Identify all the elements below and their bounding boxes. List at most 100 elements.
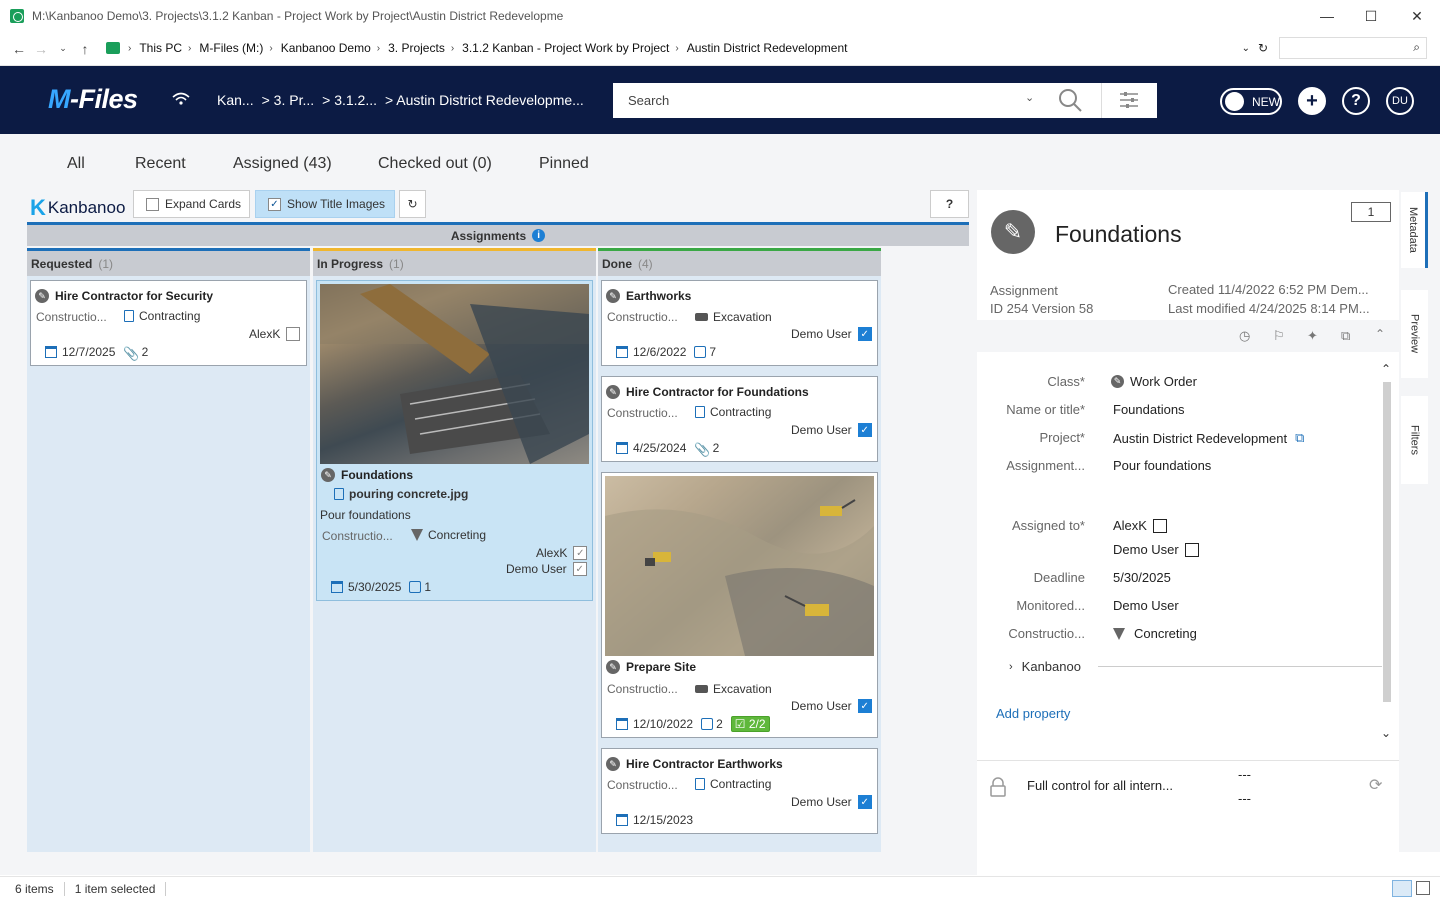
construction-value[interactable]: Concreting — [1113, 626, 1197, 641]
construction-label: Constructio... — [1008, 626, 1085, 641]
address-crumb[interactable]: This PC — [139, 41, 182, 55]
scroll-up-icon[interactable]: ⌃ — [1381, 362, 1391, 376]
column-header: In Progress (1) — [313, 248, 596, 276]
name-label: Name or title* — [1006, 402, 1085, 417]
board-title-bar: Assignments i — [27, 222, 969, 246]
expand-cards-checkbox[interactable] — [146, 197, 159, 211]
chevron-up-icon[interactable]: ⌃ — [1375, 327, 1385, 341]
show-title-images-button[interactable]: ✓ Show Title Images — [255, 190, 395, 218]
address-crumb[interactable]: 3. Projects — [388, 41, 445, 55]
tab-preview[interactable]: Preview — [1401, 290, 1428, 378]
kanbanoo-help-button[interactable]: ? — [930, 190, 969, 218]
tab-all[interactable]: All — [67, 155, 85, 173]
search-box[interactable]: Search ⌄ — [613, 83, 1157, 118]
comments-button[interactable]: 1 — [1351, 202, 1391, 222]
add-property-link[interactable]: Add property — [996, 706, 1070, 721]
minimize-button[interactable]: — — [1304, 0, 1350, 32]
forward-arrow-icon[interactable]: → — [30, 41, 52, 57]
assignee-checkbox[interactable] — [286, 327, 301, 341]
refresh-button[interactable]: ↻ — [399, 190, 426, 218]
header-crumb[interactable]: > 3.1.2... — [322, 92, 377, 108]
project-value[interactable]: Austin District Redevelopment ⧉ — [1113, 430, 1304, 446]
refresh-icon[interactable]: ↻ — [1258, 41, 1268, 55]
permissions-value[interactable]: Full control for all intern... — [1027, 778, 1173, 793]
window-titlebar: M:\Kanbanoo Demo\3. Projects\3.1.2 Kanba… — [0, 0, 1440, 32]
assignee-checkbox[interactable]: ✓ — [573, 546, 588, 560]
assignee-checkbox[interactable] — [1152, 518, 1167, 533]
address-field[interactable]: › This PC › M-Files (M:) › Kanbanoo Demo… — [106, 37, 1270, 59]
assignee-checkbox[interactable]: ✓ — [857, 795, 872, 809]
class-value[interactable]: ✎ Work Order — [1111, 374, 1197, 389]
kanban-card[interactable]: ✎ Hire Contractor Earthworks Constructio.… — [601, 748, 878, 834]
chevron-down-icon[interactable]: ⌄ — [1242, 43, 1250, 54]
up-arrow-icon[interactable]: ↑ — [74, 41, 96, 57]
assignee-checkbox[interactable]: ✓ — [857, 327, 872, 341]
scrollbar-thumb[interactable] — [1383, 382, 1391, 702]
deadline-value[interactable]: 5/30/2025 — [1113, 570, 1171, 585]
address-crumb[interactable]: 3.1.2 Kanban - Project Work by Project — [462, 41, 669, 55]
assignee-checkbox[interactable]: ✓ — [857, 423, 872, 437]
deadline-label: Deadline — [1033, 570, 1085, 585]
assignee-checkbox[interactable]: ✓ — [857, 699, 872, 713]
kanban-card[interactable]: ✎ Hire Contractor for Security Constructi… — [30, 280, 307, 366]
board-title: Assignments — [450, 228, 527, 243]
search-dropdown-icon[interactable]: ⌄ — [1025, 91, 1034, 104]
header-crumb[interactable]: Kan... — [217, 92, 254, 108]
explorer-search-input[interactable]: ⌕ — [1279, 37, 1427, 59]
tab-pinned[interactable]: Pinned — [539, 155, 589, 173]
kanbanoo-group-toggle[interactable]: › Kanbanoo — [1009, 659, 1081, 674]
kanban-card[interactable]: ✎ Hire Contractor for Foundations Constru… — [601, 376, 878, 462]
external-link-icon[interactable]: ⧉ — [1295, 430, 1304, 446]
header-crumb[interactable]: > Austin District Redevelopme... — [385, 92, 584, 108]
recent-dropdown-icon[interactable]: ⌄ — [52, 43, 74, 54]
help-icon[interactable]: ? — [1342, 87, 1370, 115]
tab-recent[interactable]: Recent — [135, 155, 186, 173]
pin-icon[interactable]: ✦ — [1307, 328, 1318, 344]
name-value[interactable]: Foundations — [1113, 402, 1185, 417]
contract-icon — [695, 778, 705, 790]
tab-metadata[interactable]: Metadata — [1401, 192, 1428, 268]
tab-filters[interactable]: Filters — [1401, 396, 1428, 484]
large-icons-view-icon[interactable] — [1416, 881, 1430, 895]
copy-icon[interactable]: ⧉ — [1341, 328, 1350, 344]
address-crumb[interactable]: Kanbanoo Demo — [281, 41, 371, 55]
workflow-icon[interactable]: ⟳ — [1369, 775, 1382, 795]
search-filters-icon[interactable] — [1119, 91, 1139, 112]
search-icon[interactable] — [1057, 87, 1083, 116]
assignee-checkbox[interactable]: ✓ — [572, 562, 587, 576]
details-view-icon[interactable] — [1392, 880, 1412, 897]
wrench-icon: ✎ — [606, 757, 620, 771]
close-button[interactable]: ✕ — [1394, 0, 1440, 32]
calendar-icon — [45, 346, 57, 358]
address-crumb[interactable]: M-Files (M:) — [199, 41, 263, 55]
kanban-card[interactable]: ✎ Earthworks Constructio... Excavation De… — [601, 280, 878, 366]
search-input[interactable]: Search — [628, 93, 669, 108]
user-avatar[interactable]: DU — [1386, 87, 1414, 115]
kanban-card[interactable]: ✎ Prepare Site Constructio... Excavation … — [601, 472, 878, 738]
create-plus-icon[interactable]: + — [1298, 87, 1326, 115]
wrench-icon: ✎ — [606, 385, 620, 399]
maximize-button[interactable]: ☐ — [1348, 0, 1394, 32]
kanban-card-selected[interactable]: ✎ Foundations pouring concrete.jpg Pour f… — [316, 280, 593, 601]
back-arrow-icon[interactable]: ← — [8, 41, 30, 57]
assignee-checkbox[interactable] — [1184, 542, 1199, 557]
info-icon[interactable]: i — [532, 229, 546, 242]
history-icon[interactable]: ◷ — [1239, 328, 1250, 344]
object-type: Assignment — [990, 283, 1058, 298]
assigned-to-value-1[interactable]: AlexK — [1113, 518, 1167, 533]
assignment-value[interactable]: Pour foundations — [1113, 458, 1211, 473]
tab-assigned[interactable]: Assigned (43) — [233, 155, 332, 173]
address-crumb[interactable]: Austin District Redevelopment — [687, 41, 848, 55]
header-crumb[interactable]: > 3. Pr... — [262, 92, 315, 108]
flag-icon[interactable]: ⚐ — [1273, 328, 1285, 344]
assigned-to-value-2[interactable]: Demo User — [1113, 542, 1199, 557]
side-tabs: Metadata Preview Filters — [1399, 190, 1440, 852]
show-title-images-checkbox[interactable]: ✓ — [268, 197, 281, 211]
new-ui-toggle[interactable]: NEW — [1220, 88, 1282, 115]
monitored-value[interactable]: Demo User — [1113, 598, 1179, 613]
chevron-right-icon: › — [376, 42, 381, 54]
tab-checked-out[interactable]: Checked out (0) — [378, 155, 492, 173]
expand-cards-button[interactable]: Expand Cards — [133, 190, 250, 218]
scroll-down-icon[interactable]: ⌄ — [1381, 726, 1391, 740]
lock-icon — [989, 777, 1006, 797]
